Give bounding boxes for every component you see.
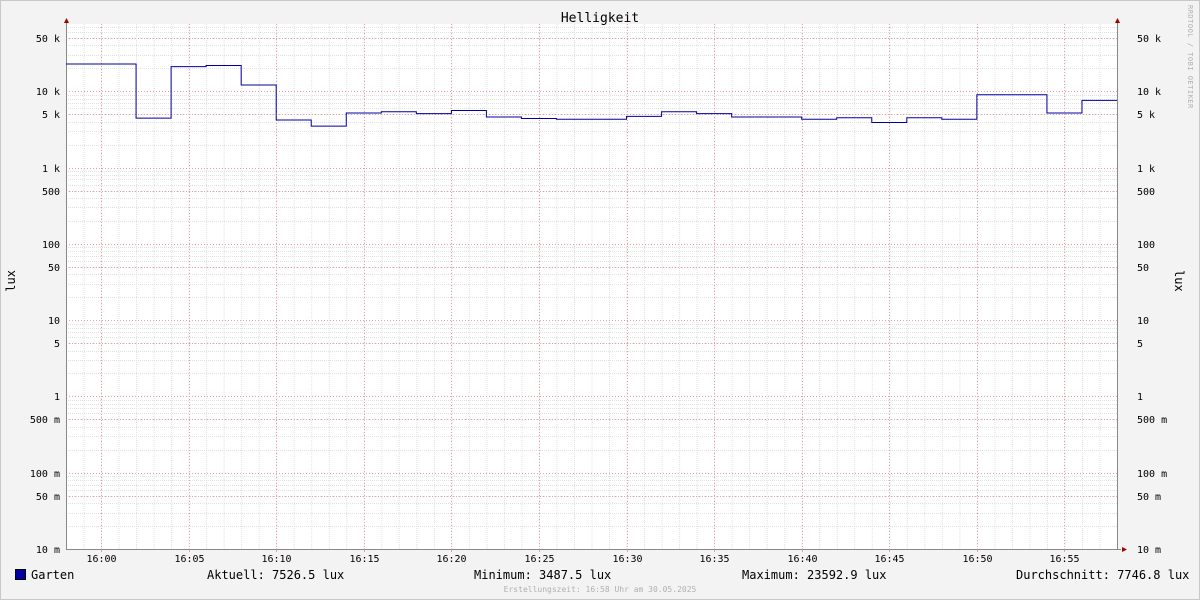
y-tick-label-right: 10 m xyxy=(1137,545,1161,556)
legend-entry-garten: Garten xyxy=(15,568,74,584)
y-tick-label-left: 100 m xyxy=(30,469,60,480)
y-axis-label-left: lux xyxy=(4,270,18,292)
x-tick-label: 16:20 xyxy=(436,554,466,565)
x-tick-label: 16:15 xyxy=(349,554,379,565)
x-tick-label: 16:50 xyxy=(962,554,992,565)
y-tick-label-right: 500 m xyxy=(1137,415,1167,426)
y-tick-label-left: 10 xyxy=(48,316,60,327)
legend-series-name: Garten xyxy=(31,568,75,582)
y-tick-label-left: 10 m xyxy=(36,545,60,556)
y-tick-label-right: 1 xyxy=(1137,392,1143,403)
x-tick-label: 16:25 xyxy=(524,554,554,565)
x-tick-label: 16:05 xyxy=(174,554,204,565)
x-tick-label: 16:55 xyxy=(1049,554,1079,565)
y-tick-label-right: 100 xyxy=(1137,240,1155,251)
y-tick-label-left: 500 xyxy=(42,187,60,198)
legend-minimum: Minimum: 3487.5 lux xyxy=(474,568,612,582)
y-tick-label-right: 10 k xyxy=(1137,87,1161,98)
legend-swatch xyxy=(15,569,26,580)
y-axis-label-right: lux xyxy=(1172,270,1186,292)
y-tick-label-left: 500 m xyxy=(30,415,60,426)
x-tick-label: 16:00 xyxy=(86,554,116,565)
x-tick-label: 16:35 xyxy=(699,554,729,565)
legend-average: Durchschnitt: 7746.8 lux xyxy=(1016,568,1190,582)
chart-title: Helligkeit xyxy=(560,11,640,26)
x-tick-label: 16:45 xyxy=(874,554,904,565)
y-tick-label-right: 5 k xyxy=(1137,110,1155,121)
y-tick-label-right: 50 xyxy=(1137,263,1149,274)
y-tick-label-left: 1 k xyxy=(42,164,60,175)
y-tick-label-right: 10 xyxy=(1137,316,1149,327)
legend-maximum: Maximum: 23592.9 lux xyxy=(742,568,887,582)
y-tick-label-left: 50 m xyxy=(36,492,60,503)
y-tick-label-left: 50 xyxy=(48,263,60,274)
y-tick-label-right: 500 xyxy=(1137,187,1155,198)
y-tick-label-right: 100 m xyxy=(1137,469,1167,480)
y-tick-label-left: 1 xyxy=(54,392,60,403)
rrdtool-watermark: RRDTOOL / TOBI OETIKER xyxy=(1186,5,1194,109)
y-tick-label-right: 50 m xyxy=(1137,492,1161,503)
x-tick-label: 16:40 xyxy=(787,554,817,565)
x-tick-label: 16:10 xyxy=(261,554,291,565)
y-tick-label-left: 5 xyxy=(54,339,60,350)
y-tick-label-right: 1 k xyxy=(1137,164,1155,175)
creation-timestamp: Erstellungszeit: 16:58 Uhr am 30.05.2025 xyxy=(503,585,697,594)
y-tick-label-left: 10 k xyxy=(36,87,60,98)
x-tick-label: 16:30 xyxy=(612,554,642,565)
y-tick-label-left: 100 xyxy=(42,240,60,251)
y-tick-label-right: 50 k xyxy=(1137,34,1161,45)
y-tick-label-left: 5 k xyxy=(42,110,60,121)
legend-current: Aktuell: 7526.5 lux xyxy=(207,568,345,582)
y-tick-label-left: 50 k xyxy=(36,34,60,45)
x-axis-arrow xyxy=(1122,547,1127,552)
chart-plot: 16:00 16:05 16:10 16:15 16:20 16:25 16:30 16:35… xyxy=(30,18,1167,565)
y-tick-label-right: 5 xyxy=(1137,339,1143,350)
